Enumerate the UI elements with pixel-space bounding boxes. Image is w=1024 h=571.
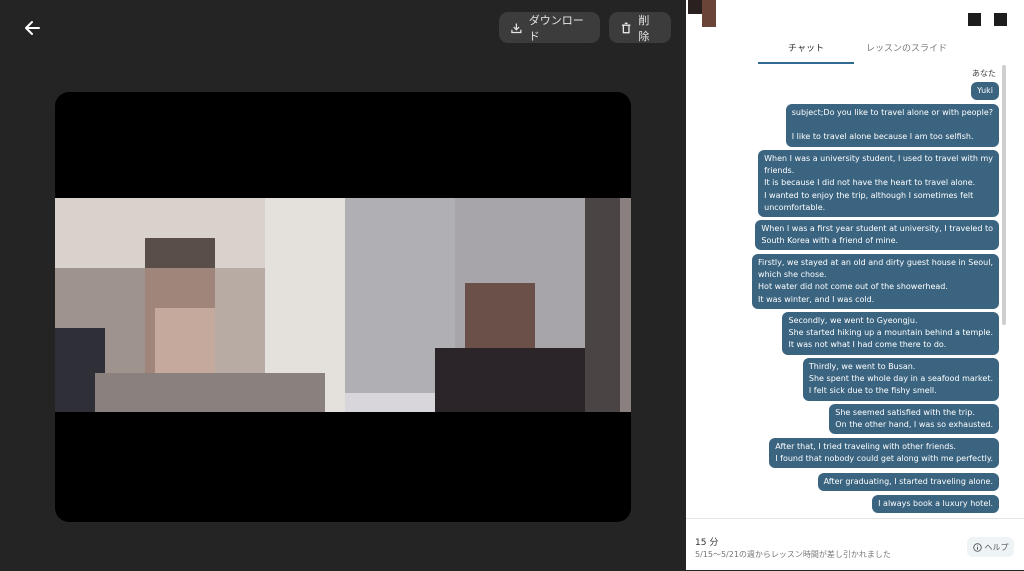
chat-log[interactable]: あなた Yuki subject;Do you like to travel a… [686,64,1006,514]
delete-button[interactable]: 削除 [609,12,671,43]
download-button[interactable]: ダウンロード [499,12,600,43]
back-button[interactable] [18,14,46,42]
chat-message: I always book a luxury hotel. [872,495,999,514]
info-icon [972,542,982,552]
avatar [688,0,716,27]
sender-label: あなた [972,69,996,78]
tab-chat[interactable]: チャット [758,38,854,64]
chat-message: Yuki [971,82,999,101]
chat-message: Firstly, we stayed at an old and dirty g… [752,254,999,309]
download-label: ダウンロード [528,13,584,43]
lesson-minutes: 15 分 [695,538,719,548]
maximize-icon[interactable] [994,13,1007,26]
trash-icon [621,22,631,33]
arrow-left-icon [25,21,40,35]
chat-message: She seemed satisfied with the trip. On t… [829,404,999,435]
chat-message: Thirdly, we went to Busan. She spent the… [802,358,999,401]
sidebar-tabs: チャット レッスンのスライド [758,38,1022,64]
chat-scrollbar[interactable] [1002,65,1006,325]
delete-label: 削除 [638,13,650,43]
deduction-notice: 5/15〜5/21の週からレッスン時間が差し引かれました [695,550,891,559]
chat-message: subject;Do you like to travel alone or w… [785,104,999,147]
chat-message: After graduating, I started traveling al… [817,473,999,492]
help-label: ヘルプ [984,542,1009,552]
chat-sidebar: チャット レッスンのスライド あなた Yuki subject;Do you l… [686,0,1024,570]
video-thumbnail [55,198,631,412]
video-player[interactable] [55,92,631,522]
sidebar-footer: 15 分 5/15〜5/21の週からレッスン時間が差し引かれました ヘルプ [686,518,1024,571]
download-icon [511,23,522,33]
chat-message: When I was a first year student at unive… [755,220,999,251]
tab-lesson-slides[interactable]: レッスンのスライド [854,38,959,64]
video-panel: ダウンロード 削除 [0,0,686,570]
help-button[interactable]: ヘルプ [967,537,1014,557]
chat-message: Secondly, we went to Gyeongju. She start… [782,312,999,355]
chat-message: After that, I tried traveling with other… [769,438,999,469]
minimize-icon[interactable] [968,13,981,26]
chat-message: When I was a university student, I used … [758,150,999,218]
